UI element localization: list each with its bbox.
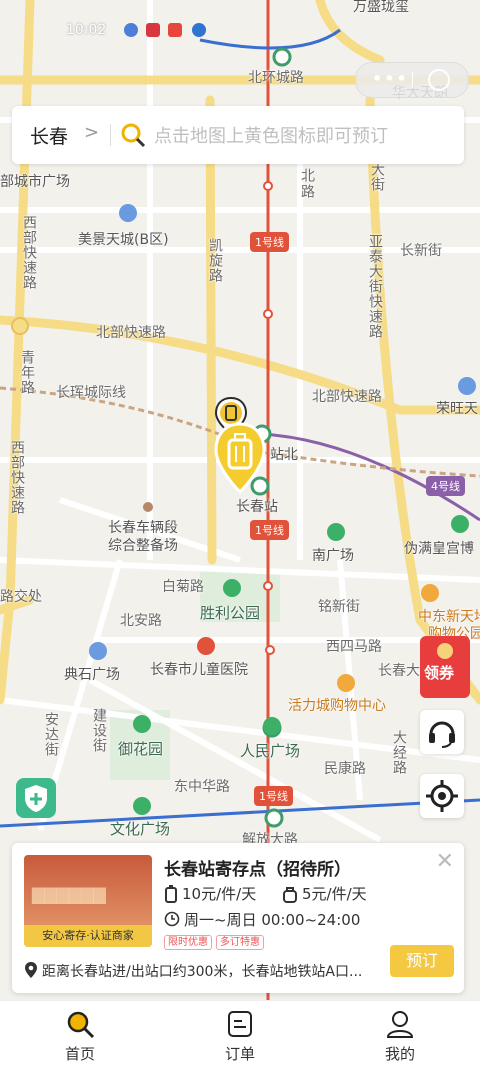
map-label-cheliang: 长春车辆段: [108, 520, 178, 536]
map-label-jianshe: 建设街: [91, 708, 107, 753]
map-label-baiju: 白菊路: [162, 579, 204, 595]
tab-bar: 首页 订单 我的: [0, 1000, 480, 1067]
map-label-ertong: 长春市儿童医院: [150, 662, 248, 678]
map-label-lu: 路: [299, 184, 315, 199]
chevron-right-icon: >: [84, 122, 100, 143]
map-label-anxin: 安达街: [43, 712, 59, 757]
map-label-weimanhuang: 伪满皇宫博: [404, 541, 474, 557]
orders-icon: [228, 1011, 252, 1037]
map-label-rongwang: 荣旺天: [436, 401, 478, 417]
map-label-kaixuan: 凯旋路: [207, 238, 223, 283]
map-label-zonghe: 综合整备场: [108, 538, 178, 554]
map-label-shengli: 胜利公园: [200, 604, 261, 622]
map-label-dianshi: 典石广场: [64, 667, 120, 683]
book-button[interactable]: 预订: [390, 945, 454, 977]
large-luggage-icon: [165, 885, 177, 903]
map-label-xisi: 西四马路: [326, 639, 382, 655]
news-notification-icon: [146, 23, 160, 37]
map-label-changxin: 长新街: [400, 243, 442, 259]
map-label-meijing: 美景天城(B区): [78, 232, 169, 248]
tab-home-label: 首页: [64, 1045, 95, 1063]
map-label-changhui: 长珲城际线: [56, 385, 126, 401]
line-badge-1-bot: 1号线: [254, 786, 293, 806]
map-label-beibu-w: 北部快速路: [96, 325, 166, 341]
status-time: 10:02: [66, 22, 107, 38]
map-label-yuhuayuan: 御花园: [118, 740, 164, 758]
locate-button[interactable]: [420, 774, 464, 818]
shield-plus-icon: [25, 785, 47, 812]
clock-icon: [164, 911, 180, 927]
close-miniprogram-icon[interactable]: [428, 69, 450, 91]
line-badge-1-top: 1号线: [250, 232, 289, 252]
browser-notification-icon: [192, 23, 206, 37]
map-label-mingjian: 铭新街: [318, 599, 360, 615]
line-badge-1-mid: 1号线: [250, 520, 289, 540]
tab-profile-label: 我的: [384, 1045, 415, 1063]
status-bar: 10:02: [0, 0, 480, 40]
map-label-minkang: 民康路: [324, 761, 366, 777]
coin-icon: [437, 643, 453, 659]
map-label-xibu2: 西部快速路: [9, 440, 25, 515]
opening-hours: 周一~周日 00:00~24:00: [184, 911, 361, 929]
shop-notification-icon: [168, 23, 182, 37]
store-address: 距离长春站进/出站口约300米，长春站地铁站A口...: [42, 964, 363, 980]
tab-home[interactable]: 首页: [40, 1007, 120, 1065]
map-label-yatai: 亚泰大街快速路: [367, 234, 383, 339]
miniprogram-capsule: •••: [355, 62, 469, 98]
location-pin-icon: [25, 962, 37, 978]
user-icon: [386, 1011, 414, 1038]
safety-button[interactable]: [16, 778, 56, 818]
price-large: 10元/件/天: [182, 885, 257, 903]
close-icon[interactable]: ✕: [436, 849, 454, 874]
map-label-bei: 北: [299, 168, 315, 183]
customer-service-button[interactable]: [420, 710, 464, 754]
map-label-dujie: 大街: [369, 162, 385, 192]
store-name: 长春站寄存点（招待所）: [164, 860, 351, 880]
map-label-beibu-e: 北部快速路: [312, 389, 382, 405]
storage-pin-selected[interactable]: [212, 420, 268, 496]
price-small: 5元/件/天: [302, 885, 367, 903]
coupon-button[interactable]: 领券: [420, 636, 470, 698]
map-label-renmin: 人民广场: [240, 742, 301, 760]
coupon-label: 领券: [424, 664, 455, 682]
more-icon[interactable]: •••: [372, 69, 409, 88]
map-label-dongzhonghua: 东中华路: [174, 779, 230, 795]
search-input[interactable]: [152, 120, 456, 152]
certified-badge: 安心寄存·认证商家: [24, 925, 152, 947]
map-label-xibu1: 西部快速路: [21, 215, 37, 290]
headset-icon: [429, 721, 455, 748]
map-label-changchunzhan: 长春站: [236, 499, 278, 515]
search-icon: [121, 123, 146, 148]
tab-profile[interactable]: 我的: [360, 1007, 440, 1065]
store-photo: ▇▇▇▇▇▇: [32, 885, 106, 904]
store-thumbnail: ▇▇▇▇▇▇ 安心寄存·认证商家: [24, 855, 152, 947]
map-label-beian: 北安路: [120, 613, 162, 629]
tab-orders[interactable]: 订单: [200, 1007, 280, 1065]
map-label-zhongxin: 中东新天地: [418, 609, 480, 625]
tab-orders-label: 订单: [224, 1045, 255, 1063]
map-label-qingnian: 青年路: [19, 350, 35, 395]
map-label-changchunda: 长春大: [378, 663, 420, 679]
map-label-beihuancheng: 北环城路: [248, 70, 304, 86]
locate-icon: [426, 780, 458, 812]
tag-limited-offer: 限时优惠: [164, 935, 212, 950]
map-label-nanguangchang: 南广场: [312, 548, 354, 564]
map-label-dajie: 大经路: [391, 730, 407, 775]
map-label-lujiaoxi: 路交处: [0, 589, 42, 605]
map-label-huolicheng: 活力城购物中心: [288, 698, 386, 714]
city-selector[interactable]: 长春: [30, 122, 68, 149]
store-card[interactable]: ▇▇▇▇▇▇ 安心寄存·认证商家 长春站寄存点（招待所） ✕ 10元/件/天 5…: [12, 843, 464, 993]
tag-multi-discount: 多订特惠: [216, 935, 264, 950]
small-bag-icon: [283, 887, 297, 903]
map-label-zhanbei: 站北: [270, 447, 298, 463]
app-notification-icon: [124, 23, 138, 37]
line-badge-4: 4号线: [426, 476, 465, 496]
home-search-icon: [67, 1011, 95, 1039]
search-bar[interactable]: 长春 >: [12, 106, 464, 164]
map-label-beichengshi: 部城市广场: [0, 174, 70, 190]
map-label-wenhua: 文化广场: [110, 820, 171, 838]
